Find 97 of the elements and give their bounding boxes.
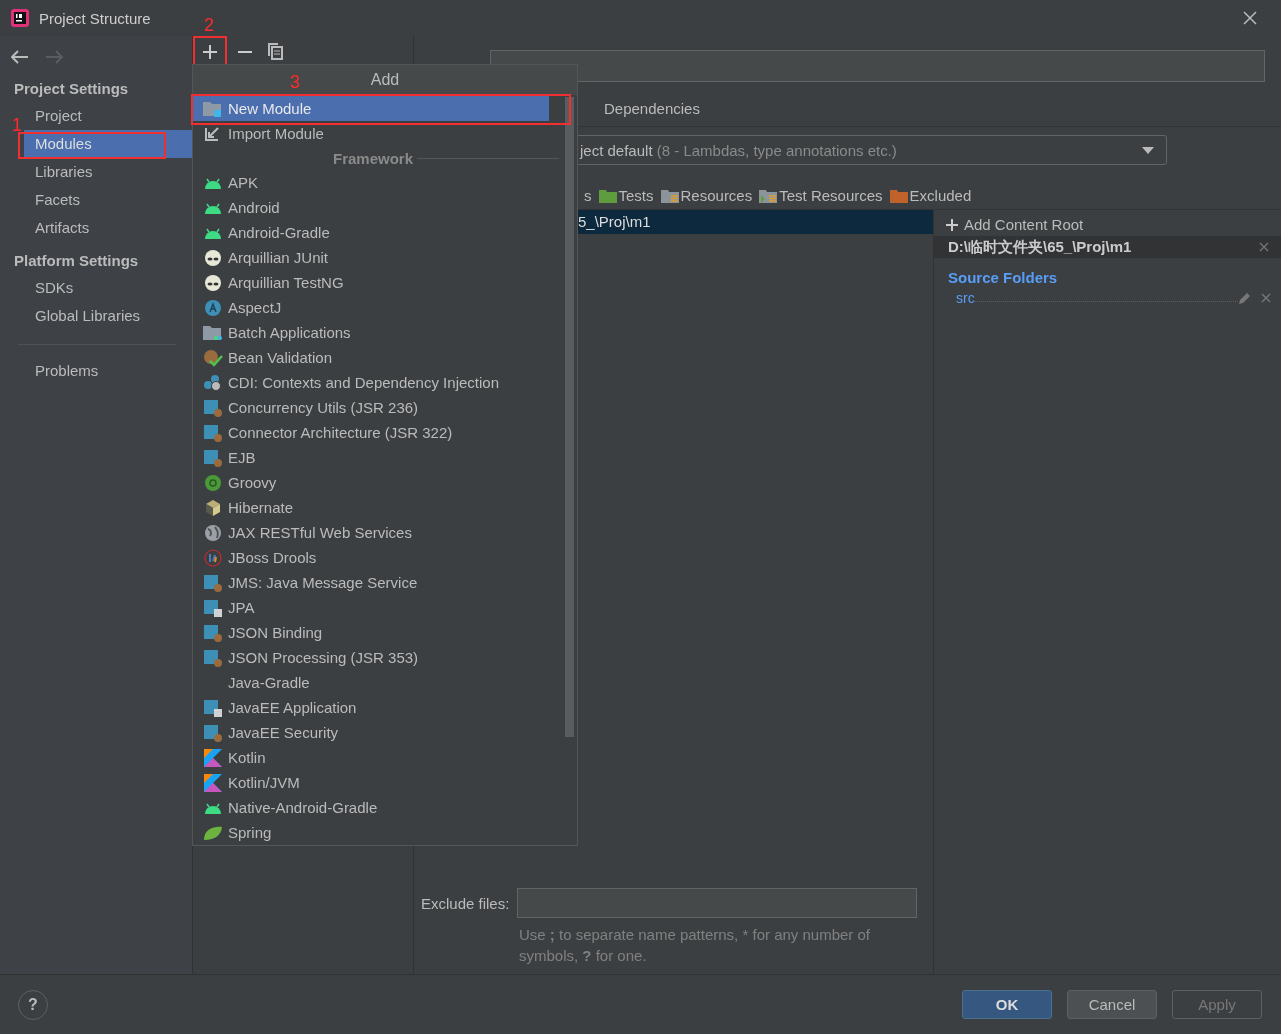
- exclude-files-field[interactable]: [517, 888, 918, 918]
- folder-type-label[interactable]: s: [584, 186, 592, 204]
- menu-item[interactable]: JBoss Drools: [193, 545, 549, 570]
- menu-item[interactable]: EJB: [193, 445, 549, 470]
- sidebar-item[interactable]: Modules: [24, 130, 192, 158]
- kotlin-icon: [203, 773, 223, 792]
- forward-arrow-icon[interactable]: [45, 50, 63, 64]
- square-bean-icon: [203, 423, 223, 442]
- sidebar-item[interactable]: SDKs: [24, 274, 192, 302]
- folder-icon: [203, 323, 223, 342]
- annotation-number: 3: [290, 73, 300, 91]
- menu-item[interactable]: Java-Gradle: [193, 670, 549, 695]
- menu-item[interactable]: New Module: [193, 96, 549, 121]
- dialog-button[interactable]: OK: [962, 990, 1052, 1019]
- letter-circle-icon: [203, 298, 223, 317]
- menu-item[interactable]: JSON Processing (JSR 353): [193, 645, 549, 670]
- content-root-path: D:\临时文件夹\65_\Proj\m1: [948, 237, 1132, 257]
- folder-type-label[interactable]: Tests: [598, 186, 654, 204]
- sidebar-item[interactable]: Artifacts: [24, 214, 192, 242]
- menu-item[interactable]: Batch Applications: [193, 320, 549, 345]
- square-bean-icon: [203, 723, 223, 742]
- pencil-icon[interactable]: [1238, 291, 1251, 305]
- menu-item[interactable]: JPA: [193, 595, 549, 620]
- folder-icon: [598, 187, 617, 203]
- annotation-number: 2: [204, 16, 214, 34]
- close-icon[interactable]: [1243, 11, 1257, 25]
- sidebar-item[interactable]: Problems: [24, 357, 192, 385]
- alien-head-icon: [203, 248, 223, 267]
- menu-item[interactable]: JMS: Java Message Service: [193, 570, 549, 595]
- menu-item[interactable]: JavaEE Application: [193, 695, 549, 720]
- molecule-balls-icon: [203, 373, 223, 392]
- name-field[interactable]: [490, 50, 1265, 82]
- alien-head-icon: [203, 273, 223, 292]
- square-bean-icon: [203, 623, 223, 642]
- resource-folder-icon: [759, 187, 778, 203]
- menu-item[interactable]: JavaEE Security: [193, 720, 549, 745]
- menu-item[interactable]: Groovy: [193, 470, 549, 495]
- menu-item[interactable]: Concurrency Utils (JSR 236): [193, 395, 549, 420]
- source-folder-link[interactable]: src: [956, 290, 975, 306]
- exclude-files-label: Exclude files:: [421, 894, 510, 912]
- cube-icon: [203, 498, 223, 517]
- menu-item[interactable]: AspectJ: [193, 295, 549, 320]
- drools-icon: [203, 548, 223, 567]
- menu-item[interactable]: Hibernate: [193, 495, 549, 520]
- bean-check-icon: [203, 348, 223, 367]
- section-heading: Framework: [333, 149, 414, 167]
- square-bean-icon: [203, 573, 223, 592]
- folder-type-label[interactable]: Excluded: [889, 186, 972, 204]
- square-document-icon: [203, 598, 223, 617]
- dialog-button[interactable]: Cancel: [1067, 990, 1157, 1019]
- add-icon[interactable]: [193, 36, 227, 67]
- square-document-icon: [203, 698, 223, 717]
- annotation-number: 1: [12, 116, 22, 134]
- exclude-files-hint: Use ; to separate name patterns, * for any number of symbols, ? for one.: [518, 925, 872, 966]
- menu-item[interactable]: Kotlin/JVM: [193, 770, 549, 795]
- module-folder-icon: [203, 99, 223, 118]
- menu-item[interactable]: Spring: [193, 820, 549, 845]
- menu-item[interactable]: JSON Binding: [193, 620, 549, 645]
- menu-item[interactable]: APK: [193, 170, 549, 195]
- sidebar-item[interactable]: Libraries: [24, 158, 192, 186]
- folder-type-label[interactable]: Resources: [660, 186, 753, 204]
- menu-item[interactable]: JAX RESTful Web Services: [193, 520, 549, 545]
- kotlin-icon: [203, 748, 223, 767]
- help-button[interactable]: ?: [18, 989, 48, 1020]
- sidebar-item[interactable]: Project: [24, 102, 192, 130]
- folder-type-label[interactable]: Test Resources: [759, 186, 883, 204]
- close-icon[interactable]: [1261, 293, 1271, 303]
- menu-item[interactable]: CDI: Contexts and Dependency Injection: [193, 370, 549, 395]
- window-title: Project Structure: [39, 9, 151, 27]
- groovy-circle-icon: [203, 473, 223, 492]
- menu-item[interactable]: Bean Validation: [193, 345, 549, 370]
- back-arrow-icon[interactable]: [11, 50, 29, 64]
- tab[interactable]: Dependencies: [604, 99, 700, 117]
- sidebar-heading: Project Settings: [13, 79, 130, 99]
- square-bean-icon: [203, 648, 223, 667]
- leaf-icon: [203, 824, 223, 841]
- menu-item[interactable]: Connector Architecture (JSR 322): [193, 420, 549, 445]
- globe-icon: [203, 523, 223, 542]
- scrollbar-thumb[interactable]: [565, 97, 574, 737]
- dropdown-arrow-icon: [1142, 146, 1154, 154]
- menu-item[interactable]: Arquillian JUnit: [193, 245, 549, 270]
- sidebar-item[interactable]: Global Libraries: [24, 302, 192, 330]
- app-logo-icon: [10, 8, 30, 28]
- menu-item[interactable]: Native-Android-Gradle: [193, 795, 549, 820]
- close-icon[interactable]: [1259, 242, 1269, 252]
- sidebar-item[interactable]: Facets: [24, 186, 192, 214]
- menu-item[interactable]: Kotlin: [193, 745, 549, 770]
- sidebar-heading: Platform Settings: [13, 251, 140, 271]
- plus-icon: [946, 219, 958, 231]
- square-bean-icon: [203, 448, 223, 467]
- square-bean-icon: [203, 398, 223, 417]
- menu-item[interactable]: Import Module: [193, 121, 549, 146]
- resource-folder-icon: [660, 187, 679, 203]
- source-folders-heading: Source Folders: [947, 268, 1059, 288]
- folder-icon: [889, 187, 908, 203]
- add-content-root-link[interactable]: Add Content Root: [934, 214, 1281, 236]
- menu-item[interactable]: Arquillian TestNG: [193, 270, 549, 295]
